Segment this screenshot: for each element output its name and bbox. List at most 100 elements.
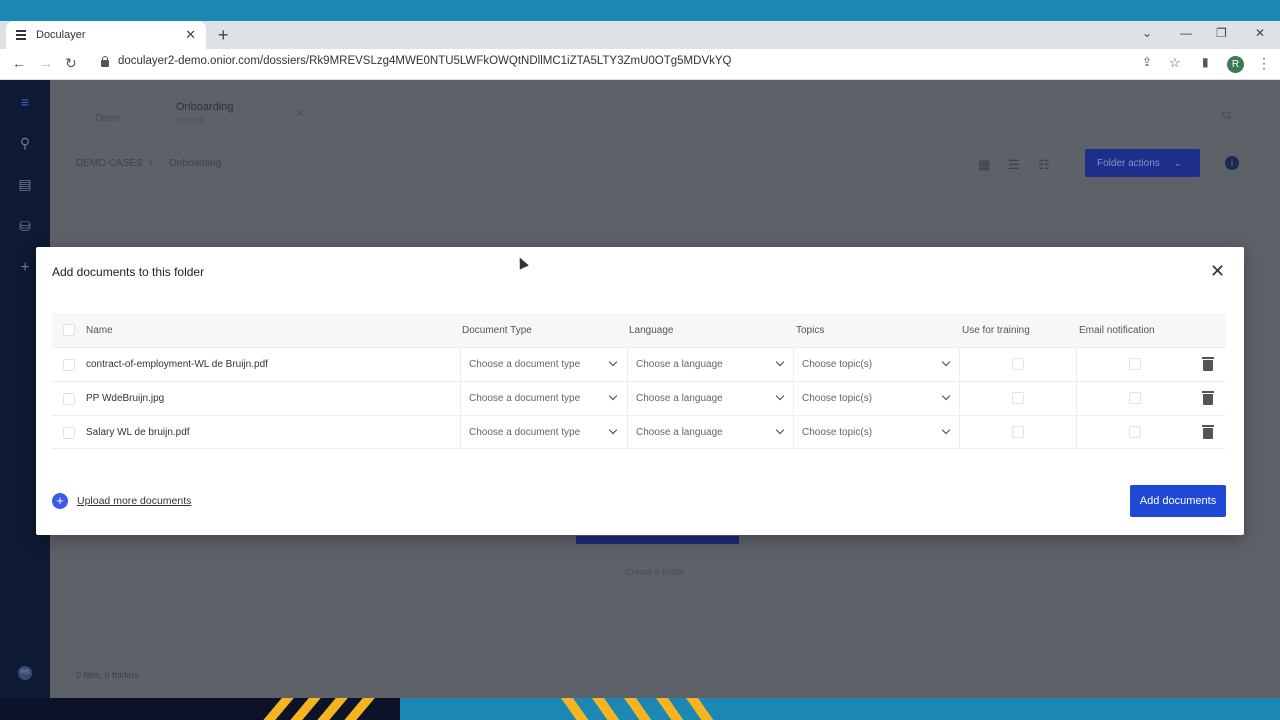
lock-icon — [100, 55, 110, 67]
url-field[interactable]: doculayer2-demo.onior.com/dossiers/Rk9MR… — [100, 55, 731, 67]
tab-onboarding[interactable]: Onboarding — [176, 101, 234, 113]
language-select[interactable]: Choose a language — [627, 416, 793, 449]
column-email-notification: Email notification — [1079, 324, 1155, 336]
row-checkbox[interactable] — [63, 393, 75, 405]
use-for-training-checkbox[interactable] — [1012, 426, 1024, 438]
window-titlebar — [0, 0, 1280, 21]
restore-icon[interactable]: ❐ — [1216, 26, 1227, 40]
document-type-select[interactable]: Choose a document type — [460, 348, 626, 381]
use-for-training-checkbox[interactable] — [1012, 392, 1024, 404]
chevron-down-icon — [941, 425, 951, 435]
add-documents-modal: Add documents to this folder ✕ Name Docu… — [36, 247, 1244, 535]
use-for-training-cell — [959, 382, 1076, 415]
breadcrumb-item: Onboarding — [169, 158, 222, 169]
chevron-down-icon — [775, 357, 785, 367]
tab-search-icon[interactable]: ⌄ — [1142, 26, 1152, 40]
detail-view-icon[interactable]: ☷ — [1038, 157, 1050, 173]
folder-actions-label: Folder actions — [1097, 157, 1160, 169]
chevron-down-icon — [775, 391, 785, 401]
file-name: Salary WL de bruijn.pdf — [86, 427, 190, 438]
info-icon[interactable]: i — [1225, 156, 1239, 170]
add-icon[interactable]: + — [14, 257, 36, 279]
email-notification-cell — [1076, 382, 1193, 415]
browser-tabstrip: Doculayer ✕ + ⌄ — ❐ ✕ — [0, 21, 1280, 49]
table-row: Salary WL de bruijn.pdf Choose a documen… — [52, 415, 1226, 449]
column-topics: Topics — [796, 324, 825, 336]
share-icon[interactable]: ⇪ — [1142, 55, 1152, 69]
reload-icon[interactable]: ↻ — [65, 55, 77, 72]
minimize-icon[interactable]: — — [1180, 26, 1192, 40]
add-documents-button[interactable]: Add documents — [1130, 485, 1226, 517]
menu-icon[interactable]: ≡ — [14, 91, 36, 113]
chevron-down-icon — [775, 425, 785, 435]
folder-actions-button[interactable]: Folder actions ⌄ — [1085, 149, 1200, 177]
topics-value: Choose topic(s) — [802, 359, 873, 370]
email-notification-checkbox[interactable] — [1129, 358, 1141, 370]
upload-more[interactable]: + Upload more documents — [52, 493, 191, 509]
forward-icon[interactable]: → — [39, 55, 53, 71]
footer-banner — [0, 698, 1280, 720]
use-for-training-cell — [959, 348, 1076, 381]
chevron-down-icon — [608, 357, 618, 367]
split-view-icon[interactable]: ⇆ — [1221, 107, 1232, 123]
document-type-select[interactable]: Choose a document type — [460, 416, 626, 449]
use-for-training-cell — [959, 416, 1076, 449]
create-folder-link[interactable]: Create a folder — [625, 567, 685, 577]
grid-view-icon[interactable]: ▦ — [978, 157, 990, 173]
column-language: Language — [629, 324, 674, 336]
bookmark-star-icon[interactable]: ☆ — [1169, 55, 1181, 71]
email-notification-checkbox[interactable] — [1129, 426, 1141, 438]
trash-icon[interactable] — [1201, 390, 1215, 406]
select-all-checkbox[interactable] — [63, 324, 75, 336]
user-avatar[interactable]: RS — [18, 666, 32, 680]
topics-select[interactable]: Choose topic(s) — [793, 382, 959, 415]
sidepanel-icon[interactable]: ▮ — [1202, 55, 1209, 69]
chevron-down-icon — [941, 357, 951, 367]
documents-search-icon[interactable]: ⛁ — [14, 215, 36, 237]
row-checkbox[interactable] — [63, 359, 75, 371]
search-icon[interactable]: ⚲ — [14, 132, 36, 154]
breadcrumb-item[interactable]: DEMO CASES — [76, 158, 143, 169]
table-header: Name Document Type Language Topics Use f… — [52, 313, 1226, 347]
close-tab-icon[interactable]: ✕ — [295, 107, 304, 120]
column-use-for-training: Use for training — [962, 324, 1030, 336]
topics-select[interactable]: Choose topic(s) — [793, 416, 959, 449]
topics-select[interactable]: Choose topic(s) — [793, 348, 959, 381]
email-notification-checkbox[interactable] — [1129, 392, 1141, 404]
topics-value: Choose topic(s) — [802, 393, 873, 404]
language-select[interactable]: Choose a language — [627, 348, 793, 381]
document-type-value: Choose a document type — [469, 359, 581, 370]
back-icon[interactable]: ← — [12, 55, 26, 71]
language-select[interactable]: Choose a language — [627, 382, 793, 415]
documents-table: Name Document Type Language Topics Use f… — [52, 313, 1226, 449]
upload-button-background — [576, 536, 739, 544]
close-tab-icon[interactable]: ✕ — [185, 27, 196, 43]
upload-more-link[interactable]: Upload more documents — [77, 495, 191, 507]
list-view-icon[interactable]: ☰ — [1008, 157, 1020, 173]
use-for-training-checkbox[interactable] — [1012, 358, 1024, 370]
tab-open[interactable]: Open — [95, 113, 119, 124]
profile-avatar[interactable]: R — [1227, 56, 1244, 73]
status-text: 0 files, 0 folders — [76, 670, 140, 680]
trash-icon[interactable] — [1201, 356, 1215, 372]
row-checkbox[interactable] — [63, 427, 75, 439]
close-window-icon[interactable]: ✕ — [1255, 26, 1265, 40]
language-value: Choose a language — [636, 359, 723, 370]
modal-title: Add documents to this folder — [52, 265, 205, 279]
table-row: PP WdeBruijn.jpg Choose a document type … — [52, 381, 1226, 415]
new-tab-icon[interactable]: + — [218, 25, 229, 46]
document-type-select[interactable]: Choose a document type — [460, 382, 626, 415]
url-text: doculayer2-demo.onior.com/dossiers/Rk9MR… — [118, 55, 732, 67]
chevron-right-icon: › — [149, 157, 153, 169]
hamburger-icon — [16, 30, 26, 40]
chevron-down-icon — [608, 391, 618, 401]
trash-icon[interactable] — [1201, 424, 1215, 440]
topics-value: Choose topic(s) — [802, 427, 873, 438]
document-type-value: Choose a document type — [469, 427, 581, 438]
archive-icon[interactable]: ▤ — [14, 173, 36, 195]
close-icon[interactable]: ✕ — [1210, 262, 1225, 280]
browser-tab[interactable]: Doculayer ✕ — [6, 21, 206, 49]
tab-title: Doculayer — [36, 29, 86, 41]
address-bar: ← → ↻ doculayer2-demo.onior.com/dossiers… — [0, 49, 1280, 80]
more-menu-icon[interactable]: ⋮ — [1257, 55, 1271, 72]
